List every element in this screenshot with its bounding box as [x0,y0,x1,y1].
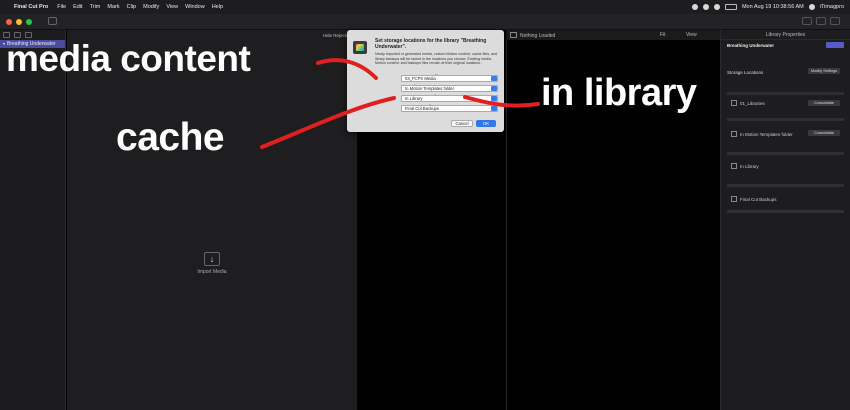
motion-content-select[interactable]: In Motion Templates folder [401,85,498,92]
cache-value: In Library [405,96,423,101]
close-window-button[interactable] [6,19,12,25]
inspector-divider [727,184,844,187]
minimize-window-button[interactable] [16,19,22,25]
viewer-header: Nothing Loaded Fit View [506,30,720,40]
backups-select[interactable]: Final Cut Backups [401,105,498,112]
battery-icon[interactable] [724,4,737,10]
menu-modify[interactable]: Modify [143,4,159,10]
menu-app-name[interactable]: Final Cut Pro [14,4,48,10]
inspector-motion-location: In Motion Templates folder [731,131,793,137]
viewer-divider [506,40,507,410]
menu-window[interactable]: Window [185,4,205,10]
inspector-media-location: 01_Libraries [731,100,765,106]
motion-content-value: In Motion Templates folder [405,86,455,91]
record-icon[interactable] [691,4,698,10]
dialog-title: Set storage locations for the library "B… [375,38,487,50]
menu-view[interactable]: View [166,4,178,10]
modify-settings-button[interactable]: Modify Settings [808,68,840,74]
annotation-in-library: in library [541,72,697,114]
cancel-button[interactable]: Cancel [451,120,473,127]
final-cut-pro-icon [353,41,367,54]
chevron-down-icon [491,76,497,81]
viewer-status: Nothing Loaded [510,32,555,39]
storage-locations-heading: Storage Locations [727,70,764,75]
inspector-divider [727,92,844,95]
user-name[interactable]: iTimagpro [820,4,844,10]
chevron-down-icon [491,96,497,101]
backups-value: Final Cut Backups [405,106,439,111]
inspector-divider [727,210,844,213]
menu-mark[interactable]: Mark [107,4,119,10]
libraries-sidebar: ▾ Breathing Underwater [0,30,66,410]
ok-button[interactable]: OK [476,120,496,127]
status-area: Mon Aug 19 10:38:56 AM iTimagpro [691,0,844,14]
annotation-media-content: media content [6,38,251,79]
consolidate-motion-button[interactable]: Consolidate [808,130,840,136]
clock[interactable]: Mon Aug 19 10:38:56 AM [742,4,804,10]
window-controls [6,19,32,25]
annotation-cache: cache [116,116,225,159]
inspector-backups-location: Final Cut Backups [731,196,777,202]
search-icon[interactable] [808,4,815,10]
import-media-icon[interactable]: ↓ [204,252,220,266]
media-browser: Hide Rejected ↓ Import Media [67,30,357,410]
chevron-down-icon [491,106,497,111]
inspector-divider [727,118,844,121]
zoom-fit-popup[interactable]: Fit [660,32,666,38]
disclosure-icon[interactable]: ▾ [3,41,5,46]
inspector-library-name: Breathing Underwater [727,43,775,48]
menu-help[interactable]: Help [212,4,223,10]
inspector-title: Library Properties [721,30,850,40]
menu-file[interactable]: File [57,4,66,10]
cache-select[interactable]: In Library [401,95,498,102]
menu-bar: Final Cut Pro File Edit Trim Mark Clip M… [0,0,850,14]
view-popup[interactable]: View [686,32,697,38]
menu-edit[interactable]: Edit [73,4,82,10]
fullscreen-window-button[interactable] [26,19,32,25]
inspector-cache-location: In Library [731,163,759,169]
window-toolbar [0,14,850,30]
workspace-toggles [802,17,840,25]
timeline-toggle-icon[interactable] [816,17,826,25]
menu-clip[interactable]: Clip [127,4,136,10]
menu-trim[interactable]: Trim [90,4,101,10]
media-location-value: 03_FCPX Media [405,76,436,81]
import-media-label[interactable]: Import Media [187,269,237,275]
media-location-select[interactable]: 03_FCPX Media [401,75,498,82]
dialog-description: Newly imported or generated media, custo… [375,52,498,66]
chevron-down-icon [491,86,497,91]
browser-toggle-icon[interactable] [802,17,812,25]
inspector-toggle-icon[interactable] [830,17,840,25]
consolidate-media-button[interactable]: Consolidate [808,100,840,106]
inspector-divider [727,152,844,155]
wifi-icon[interactable] [713,4,720,10]
sync-icon[interactable] [702,4,709,10]
background-tasks-icon[interactable] [48,17,57,25]
library-inspector: Library Properties Breathing Underwater … [720,30,850,410]
inspector-badge [826,42,844,48]
